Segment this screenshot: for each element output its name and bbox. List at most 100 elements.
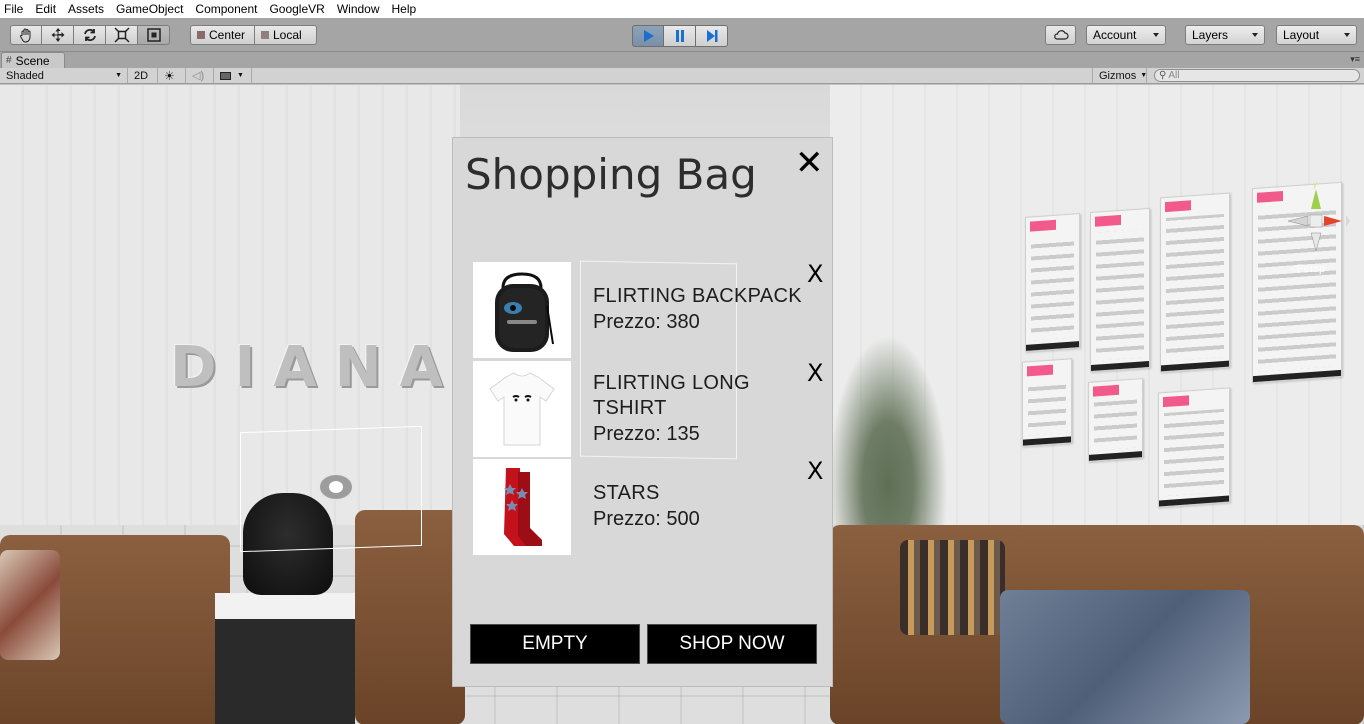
move-icon [51,28,64,42]
pillow [900,540,1005,635]
hand-icon [20,28,31,43]
wall-poster [1158,387,1230,508]
backpack-image [495,272,554,352]
rect-tool-button[interactable] [138,25,170,45]
account-dropdown[interactable]: Account [1086,25,1166,45]
layers-label: Layers [1192,28,1229,42]
panel-title: Shopping Bag [465,150,757,199]
layers-dropdown[interactable]: Layers [1185,25,1265,45]
menu-window[interactable]: Window [331,0,386,18]
chevron-down-icon [1344,33,1350,37]
menu-gameobject[interactable]: GameObject [110,0,189,18]
gaze-reticle [318,473,354,501]
wall-poster [1090,207,1150,373]
backpack-thumbnail [473,262,571,358]
tshirt-image [489,372,555,446]
scene-grid-icon: # [6,55,12,66]
projection-label[interactable]: <Persp [1290,263,1325,275]
pivot-center-icon [197,31,205,39]
chevron-down-icon: ▼ [1140,72,1148,79]
shop-now-button[interactable]: SHOP NOW [647,624,817,664]
pivot-local-label: Local [273,28,302,42]
gizmos-label: Gizmos [1099,69,1137,82]
step-icon [706,30,717,42]
item-price: Prezzo: 380 [593,311,700,333]
scale-icon [113,27,130,43]
item-name: STARS [593,482,660,504]
image-icon [220,71,231,80]
pause-button[interactable] [664,25,696,47]
search-placeholder: All [1168,70,1180,81]
layout-dropdown[interactable]: Layout [1276,25,1357,45]
scale-tool-button[interactable] [106,25,138,45]
tab-scene[interactable]: # Scene [1,52,65,68]
sun-icon: ☀ [164,68,175,83]
toolbar: Center Local Account Layers Layout [0,18,1364,52]
gizmo-center [1309,214,1323,228]
pillow [0,550,60,660]
empty-button[interactable]: EMPTY [470,624,640,664]
rotate-tool-button[interactable] [74,25,106,45]
playback-controls [632,25,728,47]
play-button[interactable] [632,25,664,47]
pivot-center-toggle[interactable]: Center [190,25,255,45]
pedestal [215,593,355,724]
tab-scene-label: Scene [15,53,50,68]
remove-item-button[interactable]: X [807,459,823,483]
search-icon: ⚲ [1159,70,1167,81]
tab-bar: # Scene ▾≡ [0,52,1364,68]
toggle-2d-label: 2D [134,69,149,82]
gizmo-z-axis [1310,232,1322,252]
chevron-down-icon [1153,33,1159,37]
audio-toggle[interactable]: ◁) [186,68,214,83]
gizmo-y-axis [1311,189,1321,209]
pivot-local-toggle[interactable]: Local [255,25,317,45]
effects-dropdown[interactable]: ▼ [214,68,252,83]
cloud-button[interactable] [1045,25,1076,45]
hierarchy-search-input[interactable]: ⚲ All [1154,69,1360,82]
cloud-icon [1053,30,1069,40]
wall-sign: DIANA [170,335,461,400]
gizmos-dropdown[interactable]: Gizmos ▼ [1092,68,1147,83]
play-icon [644,30,654,42]
chevron-down-icon [1252,33,1258,37]
menu-edit[interactable]: Edit [29,0,62,18]
menu-assets[interactable]: Assets [62,0,110,18]
gizmo-x-axis [1324,216,1342,226]
menu-help[interactable]: Help [386,0,423,18]
menu-bar: File Edit Assets GameObject Component Go… [0,0,1364,18]
shading-mode-dropdown[interactable]: Shaded ▼ [0,68,128,83]
cube-icon [261,31,269,39]
tab-menu-icon[interactable]: ▾≡ [1350,54,1360,65]
shading-mode-label: Shaded [6,69,44,82]
speaker-icon: ◁) [192,70,205,82]
tshirt-thumbnail [473,361,571,457]
remove-item-button[interactable]: X [807,262,823,286]
rotate-icon [83,29,96,41]
menu-file[interactable]: File [0,0,29,18]
hand-tool-button[interactable] [10,25,42,45]
step-button[interactable] [696,25,728,47]
gizmo-x-neg-axis [1287,215,1309,227]
item-name-line2: TSHIRT [593,397,667,419]
pillow [1000,590,1250,724]
chevron-down-icon: ▼ [237,72,244,79]
move-tool-button[interactable] [42,25,74,45]
rect-tool-icon [146,28,161,42]
toggle-2d-button[interactable]: 2D [128,68,158,83]
wall-poster [1088,378,1143,462]
gizmo-y-neg-axis [1346,215,1350,227]
scene-control-bar: Shaded ▼ 2D ☀ ◁) ▼ Gizmos ▼ ⚲ All [0,68,1364,84]
shopping-bag-panel: Shopping Bag ✕ FLIRTING BACKPACK Prezzo:… [452,137,833,687]
remove-item-button[interactable]: X [807,361,823,385]
wall-poster [1025,213,1080,352]
lighting-toggle[interactable]: ☀ [158,68,186,83]
pivot-toggles: Center Local [190,25,317,45]
item-price: Prezzo: 135 [593,423,700,445]
menu-component[interactable]: Component [189,0,263,18]
item-price: Prezzo: 500 [593,508,700,530]
menu-googlevr[interactable]: GoogleVR [263,0,330,18]
close-button[interactable]: ✕ [795,146,824,180]
layout-label: Layout [1283,28,1320,42]
pivot-center-label: Center [209,28,246,42]
